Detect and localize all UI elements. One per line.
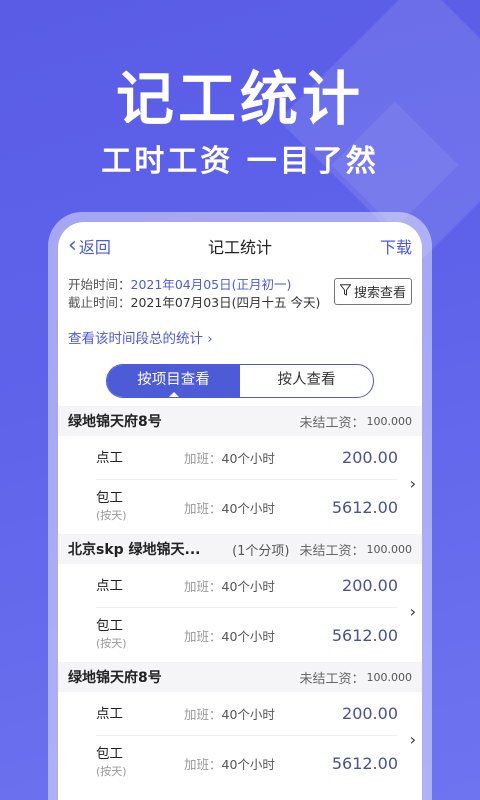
group-summary: 未结工资： 100.000 [289, 412, 412, 431]
search-button-label: 搜索查看 [353, 286, 406, 301]
list-item[interactable]: 点工 加班：40个小时 200.00 [96, 564, 398, 608]
group-body[interactable]: 点工 加班：40个小时 200.00 包工 (按天) 加班：40个小时 5612.… [58, 564, 422, 662]
work-type: 点工 [96, 577, 123, 594]
work-type-note: (按天) [96, 509, 127, 522]
list-item[interactable]: 点工 加班：40个小时 200.00 [96, 692, 398, 736]
page-title: 记工统计 [207, 238, 272, 257]
back-button[interactable]: ‹ 返回 [68, 234, 111, 258]
overtime: 加班：40个小时 [184, 707, 275, 722]
start-time-value: 2021年04月05日(正月初一) [130, 277, 292, 292]
back-label: 返回 [78, 238, 111, 257]
overtime: 加班：40个小时 [184, 756, 275, 772]
group-header: 北京skp 绿地锦天... (1个分项) 未结工资： 100.000 [58, 534, 422, 564]
list-item[interactable]: 点工 加班：40个小时 200.00 [96, 436, 398, 480]
unpaid-value: 100.000 [366, 414, 413, 428]
tab-by-person[interactable]: 按人查看 [240, 365, 373, 397]
unpaid-label: 未结工资： [299, 671, 365, 687]
start-time-label: 开始时间： [68, 277, 131, 292]
unpaid-value: 100.000 [366, 670, 413, 684]
project-list: 绿地锦天府8号 未结工资： 100.000 点工 加班：40个小时 200.00… [58, 406, 422, 790]
chevron-right-icon: › [409, 730, 416, 749]
work-type-note: (按天) [96, 637, 127, 650]
search-button[interactable]: 搜索查看 [333, 278, 412, 305]
funnel-icon [339, 284, 352, 299]
list-item[interactable]: 包工 (按天) 加班：40个小时 5612.00 [96, 480, 398, 534]
phone-frame: ‹ 返回 记工统计 下载 开始时间：2021年04月05日(正月初一) 截止时间… [48, 212, 432, 800]
work-type-note: (按天) [96, 765, 127, 778]
list-item[interactable]: 包工 (按天) 加班：40个小时 5612.00 [96, 736, 398, 790]
overtime: 加班：40个小时 [184, 579, 275, 594]
date-range: 开始时间：2021年04月05日(正月初一) 截止时间：2021年07月03日(… [58, 270, 422, 322]
project-group: 绿地锦天府8号 未结工资： 100.000 点工 加班：40个小时 200.00… [58, 662, 422, 790]
project-name: 北京skp 绿地锦天... [68, 542, 201, 558]
work-type: 点工 [96, 705, 123, 722]
group-summary: 未结工资： 100.000 [289, 668, 412, 687]
list-item[interactable]: 包工 (按天) 加班：40个小时 5612.00 [96, 608, 398, 662]
work-type: 包工 (按天) [96, 489, 184, 525]
nav-bar: ‹ 返回 记工统计 下载 [58, 222, 422, 270]
tab-by-project[interactable]: 按项目查看 [107, 365, 240, 397]
chevron-right-icon: › [409, 474, 416, 493]
amount: 5612.00 [331, 626, 398, 645]
project-group: 绿地锦天府8号 未结工资： 100.000 点工 加班：40个小时 200.00… [58, 406, 422, 534]
unpaid-value: 100.000 [366, 542, 413, 556]
work-type: 包工 (按天) [96, 617, 184, 653]
chevron-left-icon: ‹ [68, 233, 77, 258]
amount: 5612.00 [331, 754, 398, 773]
amount: 5612.00 [331, 498, 398, 517]
project-name: 绿地锦天府8号 [68, 414, 162, 430]
end-time-label: 截止时间： [68, 295, 131, 310]
view-mode-toggle: 按项目查看 按人查看 [106, 364, 374, 398]
app-screen: ‹ 返回 记工统计 下载 开始时间：2021年04月05日(正月初一) 截止时间… [58, 222, 422, 800]
group-summary: (1个分项) 未结工资： 100.000 [232, 540, 412, 559]
amount: 200.00 [342, 576, 398, 595]
group-body[interactable]: 点工 加班：40个小时 200.00 包工 (按天) 加班：40个小时 5612.… [58, 692, 422, 790]
unpaid-label: 未结工资： [299, 543, 365, 559]
branch-count: (1个分项) [232, 543, 290, 559]
download-button[interactable]: 下载 [380, 234, 412, 258]
project-group: 北京skp 绿地锦天... (1个分项) 未结工资： 100.000 点工 加班… [58, 534, 422, 662]
amount: 200.00 [342, 704, 398, 723]
period-summary-link[interactable]: 查看该时间段总的统计 › [58, 324, 422, 354]
promo-subtitle: 工时工资 一目了然 [101, 144, 379, 179]
promo-title: 记工统计 [115, 65, 364, 133]
unpaid-label: 未结工资： [299, 415, 365, 431]
group-body[interactable]: 点工 加班：40个小时 200.00 包工 (按天) 加班：40个小时 5612.… [58, 436, 422, 534]
end-time-value: 2021年07月03日(四月十五 今天) [130, 295, 321, 310]
group-header: 绿地锦天府8号 未结工资： 100.000 [58, 406, 422, 436]
work-type: 包工 (按天) [96, 745, 184, 781]
overtime: 加班：40个小时 [184, 500, 275, 516]
group-header: 绿地锦天府8号 未结工资： 100.000 [58, 662, 422, 692]
overtime: 加班：40个小时 [184, 628, 275, 644]
work-type: 点工 [96, 449, 123, 466]
amount: 200.00 [342, 448, 398, 467]
project-name: 绿地锦天府8号 [68, 670, 162, 686]
chevron-right-icon: › [409, 602, 416, 621]
overtime: 加班：40个小时 [184, 451, 275, 466]
